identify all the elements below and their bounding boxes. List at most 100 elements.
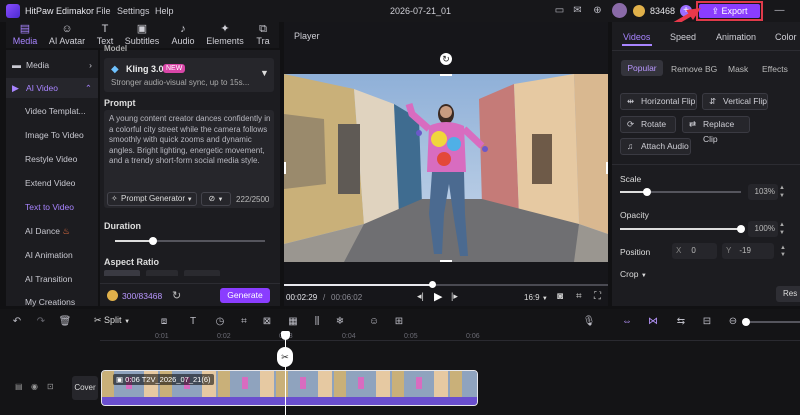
- snap-icon[interactable]: ⇆: [674, 316, 688, 327]
- aspect-option-16-9[interactable]: [104, 270, 140, 276]
- video-preview[interactable]: [284, 74, 608, 262]
- speed-icon[interactable]: ◷: [213, 316, 227, 327]
- sidebar-group-media[interactable]: ▬ Media ›: [6, 55, 98, 75]
- link-icon[interactable]: ⇔: [620, 316, 634, 327]
- playhead-handle[interactable]: [281, 331, 290, 340]
- eye-icon[interactable]: ◉: [31, 382, 38, 391]
- opacity-slider[interactable]: [620, 225, 745, 233]
- menu-file[interactable]: File: [96, 6, 111, 16]
- horizontal-flip-button[interactable]: ⇹ Horizontal Flip: [620, 93, 697, 110]
- mirror-icon[interactable]: ⫼: [310, 316, 324, 327]
- player-progress-bar[interactable]: [284, 281, 608, 288]
- playhead[interactable]: [285, 332, 286, 415]
- aspect-ratio-select[interactable]: 16:9 ▼: [524, 293, 548, 302]
- next-frame-icon[interactable]: |▸: [451, 291, 458, 302]
- sidebar-item-restyle-video[interactable]: Restyle Video: [6, 149, 98, 169]
- fullscreen-icon[interactable]: ⛶: [594, 291, 601, 302]
- bottom-resize-handle[interactable]: [440, 260, 452, 262]
- replace-clip-button[interactable]: ⇄ Replace Clip: [682, 116, 750, 144]
- cart-icon[interactable]: ⊕: [591, 4, 604, 17]
- zoom-slider-knob[interactable]: [742, 318, 750, 326]
- tab-animation[interactable]: Animation: [716, 32, 756, 42]
- adjust-icon[interactable]: ⧈: [157, 316, 171, 327]
- tab-videos[interactable]: Videos: [623, 32, 650, 42]
- fit-icon[interactable]: ⊠: [260, 316, 274, 327]
- sidebar-item-ai-dance[interactable]: AI Dance ♨: [6, 221, 98, 241]
- right-resize-handle[interactable]: [606, 162, 608, 174]
- sidebar-item-text-to-video[interactable]: Text to Video: [6, 197, 98, 217]
- split-scissors-icon[interactable]: ✂: [277, 347, 293, 367]
- position-x-input[interactable]: X0: [672, 243, 717, 259]
- delete-icon[interactable]: 🗑: [58, 316, 72, 327]
- left-resize-handle[interactable]: [284, 162, 286, 174]
- track-icon[interactable]: ⊟: [700, 316, 714, 327]
- duration-slider[interactable]: [115, 237, 265, 245]
- tab-ai-avatar[interactable]: ☺ AI Avatar: [46, 22, 88, 48]
- top-resize-handle[interactable]: [440, 74, 452, 76]
- sidebar-group-ai-video[interactable]: ▶ AI Video ⌃: [6, 78, 98, 98]
- crop-label[interactable]: Crop ▼: [620, 269, 647, 279]
- prompt-textarea[interactable]: A young content creator dances confident…: [109, 114, 271, 167]
- keypoint-handle[interactable]: [416, 130, 422, 136]
- opacity-stepper-icon[interactable]: ▲ ▼: [779, 221, 785, 237]
- vertical-flip-button[interactable]: ⇵ Vertical Flip: [702, 93, 768, 110]
- opacity-slider-knob[interactable]: [737, 225, 745, 233]
- video-clip[interactable]: ▣ 0:06 T2V_2026_07_21(6): [101, 370, 478, 406]
- undo-icon[interactable]: ↶: [10, 316, 24, 327]
- aspect-option-9-16[interactable]: [146, 270, 178, 276]
- refresh-icon[interactable]: ↻: [172, 289, 181, 302]
- player-progress-knob[interactable]: [429, 281, 436, 288]
- rotate-button[interactable]: ⟳ Rotate: [620, 116, 676, 133]
- lock-icon[interactable]: ⊡: [47, 382, 54, 391]
- subtab-effects[interactable]: Effects: [762, 64, 788, 74]
- prompt-box[interactable]: A young content creator dances confident…: [104, 110, 274, 208]
- position-stepper-icon[interactable]: ▲ ▼: [780, 245, 786, 259]
- style-select[interactable]: ⊘ ▼: [201, 192, 231, 206]
- prompt-generator-select[interactable]: ✧ Prompt Generator ▼: [107, 192, 197, 206]
- generate-button[interactable]: Generate: [220, 288, 270, 303]
- tab-elements[interactable]: ✦ Elements: [204, 22, 246, 48]
- subtab-mask[interactable]: Mask: [728, 64, 748, 74]
- snowflake-icon[interactable]: ❄: [333, 316, 347, 327]
- scale-stepper-icon[interactable]: ▲ ▼: [779, 184, 785, 200]
- duration-slider-knob[interactable]: [149, 237, 157, 245]
- snapshot-icon[interactable]: ◙: [557, 291, 563, 302]
- zoom-out-icon[interactable]: ⊖: [726, 316, 740, 327]
- scale-slider[interactable]: [620, 188, 741, 196]
- redo-icon[interactable]: ↷: [34, 316, 48, 327]
- scale-input[interactable]: 103%: [748, 184, 778, 200]
- prev-frame-icon[interactable]: ◂|: [417, 291, 424, 302]
- play-icon[interactable]: ▶: [434, 290, 442, 303]
- reset-button[interactable]: Res: [776, 286, 800, 302]
- keypoint-handle[interactable]: [482, 146, 488, 152]
- sidebar-item-video-templates[interactable]: Video Templat...: [6, 101, 98, 121]
- magnet-icon[interactable]: ⋈: [646, 316, 660, 327]
- tab-subtitles[interactable]: ▣ Subtitles: [122, 22, 162, 48]
- microphone-icon[interactable]: 🎙: [582, 316, 596, 327]
- cover-button[interactable]: Cover: [72, 376, 98, 400]
- split-button[interactable]: ✂ Split ▼: [94, 315, 130, 326]
- monitor-icon[interactable]: ▭: [553, 4, 566, 17]
- ai-tool-icon[interactable]: ⊞: [392, 316, 406, 327]
- zoom-slider[interactable]: [742, 318, 800, 326]
- model-select[interactable]: ◆ Kling 3.0 NEW Stronger audio-visual sy…: [104, 58, 274, 92]
- text-tool-icon[interactable]: T: [186, 316, 200, 327]
- attach-audio-button[interactable]: ♫ Attach Audio: [620, 138, 691, 155]
- opacity-input[interactable]: 100%: [748, 221, 778, 237]
- face-icon[interactable]: ☺: [367, 316, 381, 327]
- minimize-icon[interactable]: —: [773, 4, 786, 17]
- sidebar-item-ai-animation[interactable]: AI Animation: [6, 245, 98, 265]
- sidebar-item-ai-transition[interactable]: AI Transition: [6, 269, 98, 289]
- crop-icon[interactable]: ⌗: [576, 291, 582, 302]
- menu-help[interactable]: Help: [155, 6, 174, 16]
- menu-settings[interactable]: Settings: [117, 6, 150, 16]
- tab-transitions[interactable]: ⧉ Tra: [252, 22, 274, 48]
- tab-speed[interactable]: Speed: [670, 32, 696, 42]
- freeze-icon[interactable]: ▦: [286, 316, 300, 327]
- sidebar-item-extend-video[interactable]: Extend Video: [6, 173, 98, 193]
- tab-audio[interactable]: ♪ Audio: [168, 22, 198, 48]
- subtab-remove-bg[interactable]: Remove BG: [671, 64, 717, 74]
- crop-tool-icon[interactable]: ⌗: [237, 316, 251, 327]
- rotate-handle-icon[interactable]: ↻: [440, 53, 452, 65]
- mail-icon[interactable]: ✉: [571, 4, 584, 17]
